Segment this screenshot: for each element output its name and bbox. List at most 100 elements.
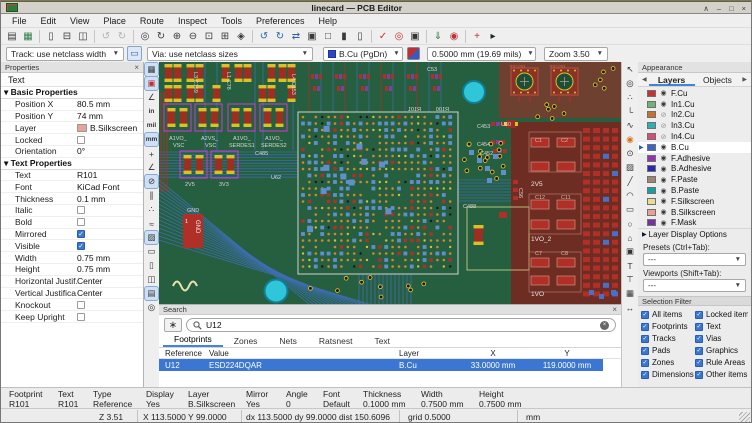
layer-row-f-mask[interactable]: ◉F.Mask (638, 218, 751, 229)
search-tab-text[interactable]: Text (363, 336, 401, 347)
zoom-dropdown[interactable]: Zoom 3.50▼ (544, 47, 608, 61)
inactive-layer-mode-button[interactable]: ◫ (145, 273, 158, 286)
search-result-row[interactable]: U12ESD224DQARB.Cu33.0000 mm119.0000 mm (159, 359, 603, 371)
rotate-ccw-button[interactable]: ↺ (256, 29, 272, 44)
crosshair-style-button[interactable]: + (145, 147, 158, 160)
track-display-mode-button[interactable]: ∥ (145, 189, 158, 202)
checkbox[interactable]: ✓ (77, 242, 85, 250)
units-inches-button[interactable]: in (145, 105, 158, 118)
checkbox[interactable]: ✓ (641, 371, 649, 379)
page-settings-button[interactable]: ▯ (43, 29, 59, 44)
units-mm-button[interactable]: mm (145, 133, 158, 146)
layer-pair-button[interactable] (407, 47, 420, 60)
properties-panel-toggle-button[interactable]: ▤ (145, 287, 158, 300)
layer-row-f-adhesive[interactable]: ◉F.Adhesive (638, 153, 751, 164)
layer-swatch[interactable] (647, 133, 656, 140)
search-input[interactable]: U12 × (186, 318, 616, 332)
checkbox[interactable]: ✓ (695, 323, 703, 331)
property-value[interactable]: KiCad Font (77, 182, 143, 192)
property-value[interactable]: R101 (77, 170, 143, 180)
layer-row-b-silkscreen[interactable]: ◉B.Silkscreen (638, 207, 751, 218)
layer-row-in2-cu[interactable]: ⊘In2.Cu (638, 110, 751, 121)
layer-swatch[interactable] (647, 90, 656, 97)
track-width-dropdown[interactable]: Track: use netclass width▼ (6, 47, 124, 61)
property-value[interactable]: 74 mm (77, 111, 143, 121)
scripting-console-button[interactable]: ▸ (485, 29, 501, 44)
zoom-fit-button[interactable]: ⊡ (201, 29, 217, 44)
redo-button[interactable]: ↻ (114, 29, 130, 44)
checkbox[interactable] (77, 313, 85, 321)
select-tool-button[interactable]: ↖ (624, 63, 637, 76)
property-value[interactable] (77, 218, 143, 226)
filter-rule-areas[interactable]: ✓Rule Areas (695, 357, 748, 368)
checkbox[interactable]: ✓ (695, 371, 703, 379)
property-value[interactable]: 0.1 mm (77, 194, 143, 204)
layer-row-in3-cu[interactable]: ⊘In3.Cu (638, 120, 751, 131)
tab-layers[interactable]: Layers (649, 73, 695, 86)
add-zone-tool-button[interactable]: ▨ (624, 161, 637, 174)
column-header-value[interactable]: Value (203, 349, 393, 358)
grid-size-dropdown[interactable]: 0.5000 mm (19.69 mils)▼ (427, 47, 536, 61)
local-ratsnest-tool-button[interactable]: ∴ (624, 91, 637, 104)
filter-all-items[interactable]: ✓All items (641, 309, 695, 320)
pad-display-mode-button[interactable]: ⊘ (145, 175, 158, 188)
zoom-selection-button[interactable]: ◈ (233, 29, 249, 44)
draw-arc-tool-button[interactable]: ◠ (624, 189, 637, 202)
filter-text[interactable]: ✓Text (695, 321, 748, 332)
draw-circle-tool-button[interactable]: ○ (624, 217, 637, 230)
find-button[interactable]: ◎ (137, 29, 153, 44)
search-panel-toggle-button[interactable]: ◎ (145, 301, 158, 314)
layer-row-b-cu[interactable]: ▶◉B.Cu (638, 142, 751, 153)
via-size-dropdown[interactable]: Via: use netclass sizes▼ (147, 47, 313, 61)
snap-to-grid-button[interactable]: ▣ (145, 77, 158, 90)
route-diff-pairs-tool-button[interactable]: ∿ (624, 119, 637, 132)
group-button[interactable]: ▣ (304, 29, 320, 44)
close-icon[interactable]: × (612, 305, 617, 314)
layer-swatch[interactable] (647, 101, 656, 108)
auto-track-width-toggle[interactable]: ▭ (127, 46, 142, 61)
add-dimension-tool-button[interactable]: ↔ (624, 301, 637, 314)
checkbox[interactable] (77, 136, 85, 144)
menu-inspect[interactable]: Inspect (171, 16, 214, 26)
checkbox[interactable] (77, 218, 85, 226)
flip-button[interactable]: ⇄ (288, 29, 304, 44)
layer-swatch[interactable] (647, 111, 656, 118)
add-image-tool-button[interactable]: ▣ (624, 245, 637, 258)
property-value[interactable]: ✓ (77, 230, 143, 238)
close-icon[interactable]: × (742, 4, 746, 13)
polar-coords-button[interactable]: ∠ (145, 161, 158, 174)
layer-row-b-adhesive[interactable]: ◉B.Adhesive (638, 164, 751, 175)
draw-polygon-tool-button[interactable]: ⌂ (624, 231, 637, 244)
property-value[interactable]: 80.5 mm (77, 99, 143, 109)
property-value[interactable]: Center (77, 288, 143, 298)
filter-dimensions[interactable]: ✓Dimensions (641, 369, 695, 380)
active-layer-dropdown[interactable]: B.Cu (PgDn)▼ (323, 47, 403, 61)
property-value[interactable]: ✓ (77, 242, 143, 250)
layer-row-f-paste[interactable]: ◉F.Paste (638, 174, 751, 185)
maximize-icon[interactable]: □ (729, 4, 734, 13)
menu-view[interactable]: View (63, 16, 96, 26)
highlight-net-tool-button[interactable]: ◎ (624, 77, 637, 90)
menu-preferences[interactable]: Preferences (249, 16, 312, 26)
curved-ratsnest-button[interactable]: ≈ (145, 217, 158, 230)
layer-swatch[interactable] (647, 122, 656, 129)
board-setup-button[interactable]: ▦ (20, 29, 36, 44)
column-header-x[interactable]: X (455, 349, 531, 358)
layer-swatch[interactable] (647, 187, 656, 194)
checkbox[interactable]: ✓ (695, 359, 703, 367)
layer-swatch[interactable] (647, 155, 656, 162)
menu-edit[interactable]: Edit (34, 16, 64, 26)
search-tab-zones[interactable]: Zones (223, 336, 269, 347)
add-via-tool-button[interactable]: ◉ (624, 133, 637, 146)
eye-icon[interactable]: ◉ (659, 165, 668, 173)
eye-icon[interactable]: ◉ (659, 197, 668, 205)
layer-swatch[interactable] (647, 219, 656, 226)
eye-off-icon[interactable]: ⊘ (659, 111, 668, 119)
show-grid-button[interactable]: ▦ (145, 63, 158, 76)
save-button[interactable]: ▤ (4, 29, 20, 44)
filter-vias[interactable]: ✓Vias (695, 333, 748, 344)
undo-button[interactable]: ↺ (98, 29, 114, 44)
filter-graphics[interactable]: ✓Graphics (695, 345, 748, 356)
filter-zones[interactable]: ✓Zones (641, 357, 695, 368)
presets-dropdown[interactable]: --- ▼ (643, 253, 746, 266)
